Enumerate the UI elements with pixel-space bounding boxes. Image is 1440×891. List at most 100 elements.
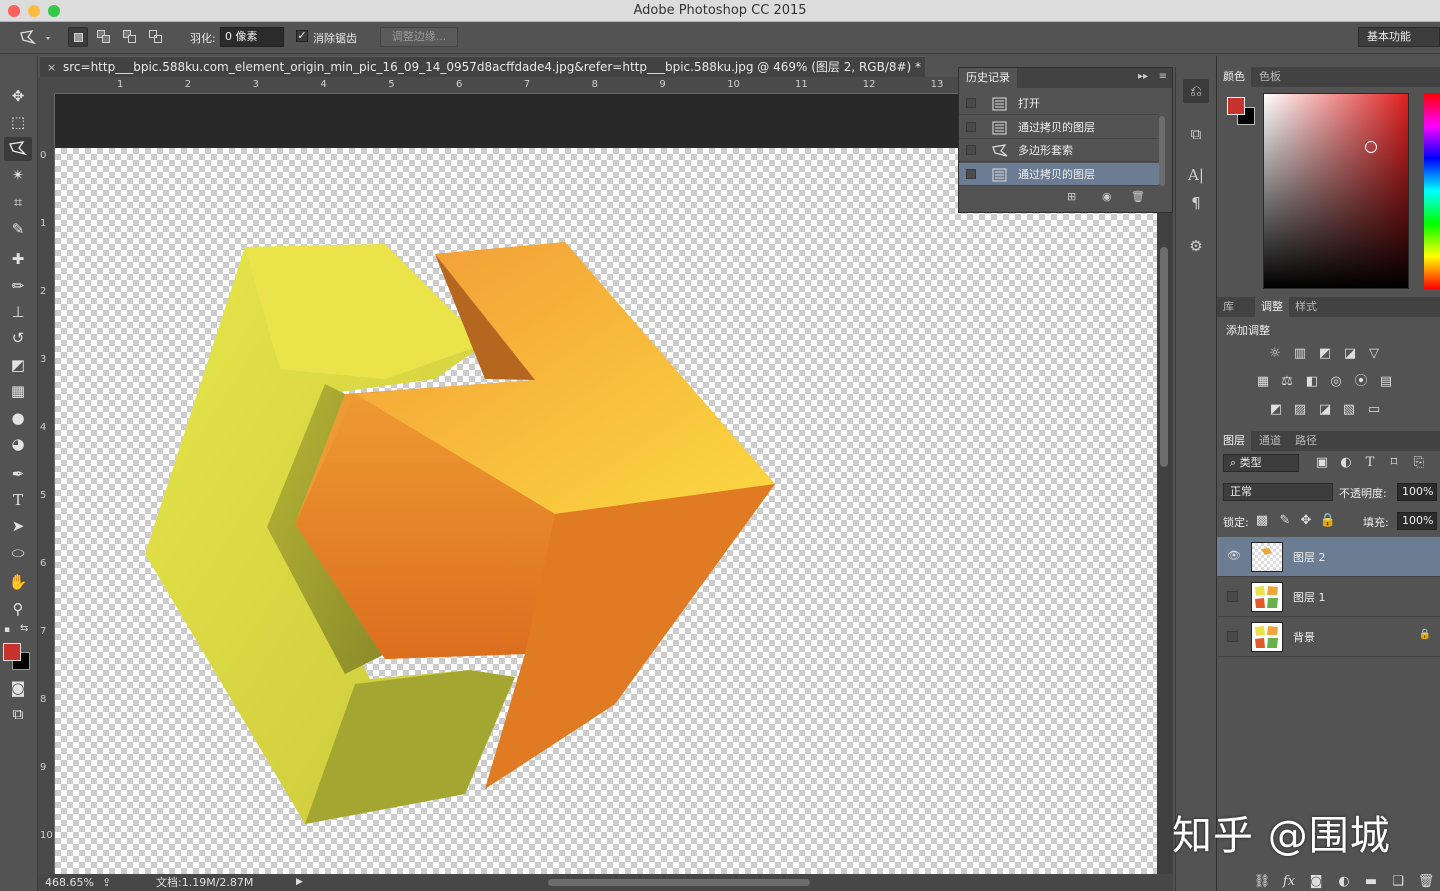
lasso-tool-icon[interactable] — [4, 137, 32, 161]
clone-source-icon[interactable]: ⧉ — [1183, 122, 1209, 146]
filter-pixel-icon[interactable]: ▣ — [1313, 455, 1331, 471]
layer-row[interactable]: 背景 🔒 — [1217, 617, 1440, 657]
blend-mode-select[interactable]: 正常 — [1223, 483, 1333, 501]
threshold-icon[interactable]: ◪ — [1316, 402, 1334, 418]
new-selection-button[interactable] — [68, 27, 88, 47]
invert-icon[interactable]: ◩ — [1267, 402, 1285, 418]
adjustment-icon[interactable]: ◐ — [1335, 874, 1353, 890]
properties-panel-icon[interactable]: ⚙ — [1183, 234, 1209, 258]
delete-layer-icon[interactable]: 🗑 — [1417, 874, 1435, 890]
tab-styles[interactable]: 样式 — [1289, 297, 1323, 317]
layer-filter-kind[interactable]: ⌕ 类型 — [1223, 454, 1299, 472]
eyedropper-tool-icon[interactable]: ✎ — [4, 217, 32, 241]
subtract-from-selection-button[interactable] — [120, 27, 140, 47]
posterize-icon[interactable]: ▨ — [1291, 402, 1309, 418]
refine-edge-button[interactable]: 调整边缘... — [380, 27, 458, 47]
tab-libraries[interactable]: 库 — [1217, 297, 1240, 317]
tab-swatches[interactable]: 色板 — [1253, 67, 1287, 87]
layer-lock-icon[interactable]: 🔒 — [1419, 629, 1431, 640]
lock-image-icon[interactable]: ✎ — [1276, 513, 1294, 529]
history-panel-icon[interactable]: ⎌ — [1183, 79, 1209, 103]
crop-tool-icon[interactable]: ⌗ — [4, 190, 32, 214]
document-tab[interactable]: × src=http___bpic.588ku.com_element_orig… — [40, 56, 925, 77]
history-state-item[interactable]: 打开 — [959, 92, 1159, 115]
hue-saturation-icon[interactable]: ▦ — [1254, 374, 1272, 390]
snapshot-camera-icon[interactable]: ◉ — [1102, 190, 1112, 203]
zoom-level[interactable]: 468.65% — [45, 874, 94, 891]
clone-stamp-tool-icon[interactable]: ⊥ — [4, 300, 32, 324]
layer-row[interactable]: 👁 图层 2 — [1217, 537, 1440, 577]
eraser-tool-icon[interactable]: ◩ — [4, 353, 32, 377]
color-balance-icon[interactable]: ⚖ — [1278, 374, 1296, 390]
magic-wand-tool-icon[interactable]: ✴ — [4, 163, 32, 187]
move-tool-icon[interactable]: ✥ — [4, 84, 32, 108]
tab-channels[interactable]: 通道 — [1253, 431, 1287, 451]
ruler-origin[interactable] — [38, 77, 55, 94]
ellipse-tool-icon[interactable]: ⬭ — [4, 541, 32, 565]
intersect-selection-button[interactable] — [146, 27, 166, 47]
gradient-tool-icon[interactable]: ▦ — [4, 379, 32, 403]
color-lookup-icon[interactable]: ▤ — [1377, 374, 1395, 390]
status-menu-arrow[interactable]: ▶ — [296, 874, 303, 891]
filter-shape-icon[interactable]: ⌑ — [1385, 455, 1403, 471]
visibility-eye-icon[interactable]: 👁 — [1227, 550, 1241, 562]
new-layer-icon[interactable]: ❏ — [1389, 874, 1407, 890]
zoom-tool-icon[interactable]: ⚲ — [4, 597, 32, 621]
blur-tool-icon[interactable]: ● — [4, 406, 32, 430]
tab-color[interactable]: 颜色 — [1217, 67, 1251, 87]
foreground-color-swatch[interactable] — [3, 643, 21, 661]
exposure-icon[interactable]: ◪ — [1341, 346, 1359, 362]
mask-icon[interactable]: ◙ — [1307, 874, 1325, 890]
visibility-toggle[interactable] — [1227, 591, 1238, 602]
color-picker-cursor[interactable] — [1365, 141, 1377, 153]
curves-icon[interactable]: ◩ — [1316, 346, 1334, 362]
minimize-window-button[interactable] — [28, 5, 40, 17]
brightness-icon[interactable]: ☼ — [1266, 346, 1284, 362]
marquee-tool-icon[interactable]: ⬚ — [4, 110, 32, 134]
link-icon[interactable]: ⛓ — [1253, 874, 1271, 890]
vertical-scroll-thumb[interactable] — [1160, 247, 1168, 467]
pen-tool-icon[interactable]: ✒ — [4, 462, 32, 486]
screen-mode-icon[interactable]: ⧉ — [4, 702, 32, 726]
new-document-from-state-icon[interactable]: ⊞ — [1067, 190, 1076, 203]
dodge-tool-icon[interactable]: ◕ — [4, 432, 32, 456]
filter-type-icon[interactable]: T — [1361, 455, 1379, 471]
tool-preset-picker[interactable] — [18, 28, 52, 48]
tab-paths[interactable]: 路径 — [1289, 431, 1323, 451]
history-snapshot-checkbox[interactable] — [966, 98, 976, 108]
swap-colors-icon[interactable]: ⇆ — [20, 623, 28, 634]
antialias-checkbox[interactable]: ✓ — [296, 30, 308, 42]
paragraph-panel-icon[interactable]: ¶ — [1183, 191, 1209, 215]
trash-icon[interactable]: 🗑 — [1131, 190, 1145, 203]
default-colors-icon[interactable]: ▪ — [4, 625, 10, 635]
color-panel-foreground-swatch[interactable] — [1227, 97, 1245, 115]
collapse-panel-icon[interactable]: ▸▸ — [1138, 71, 1148, 82]
photo-filter-icon[interactable]: ◎ — [1327, 374, 1345, 390]
layer-row[interactable]: 图层 1 — [1217, 577, 1440, 617]
filter-smart-object-icon[interactable]: ⎘ — [1410, 455, 1428, 471]
opacity-input[interactable]: 100% — [1397, 483, 1437, 501]
path-selection-tool-icon[interactable]: ➤ — [4, 514, 32, 538]
tab-layers[interactable]: 图层 — [1217, 431, 1251, 451]
history-snapshot-checkbox[interactable] — [966, 168, 976, 179]
history-state-item[interactable]: 通过拷贝的图层 — [959, 116, 1159, 139]
channel-mixer-icon[interactable]: ⦿ — [1352, 374, 1370, 390]
share-icon[interactable]: ⇪ — [102, 874, 111, 891]
close-document-icon[interactable]: × — [47, 57, 56, 77]
lock-position-icon[interactable]: ✥ — [1297, 513, 1315, 529]
folder-icon[interactable]: ▬ — [1362, 874, 1380, 890]
gradient-map-icon[interactable]: ▭ — [1365, 402, 1383, 418]
color-picker-field[interactable] — [1263, 93, 1409, 289]
vibrance-icon[interactable]: ▽ — [1365, 346, 1383, 362]
close-window-button[interactable] — [8, 5, 20, 17]
tab-adjustments[interactable]: 调整 — [1255, 297, 1289, 317]
history-state-item[interactable]: 通过拷贝的图层 — [959, 162, 1159, 186]
black-white-icon[interactable]: ◧ — [1303, 374, 1321, 390]
fx-icon[interactable]: fx — [1280, 874, 1298, 890]
zoom-window-button[interactable] — [48, 5, 60, 17]
history-state-item[interactable]: 多边形套索 — [959, 139, 1159, 162]
lock-transparent-icon[interactable]: ▩ — [1253, 513, 1271, 529]
healing-brush-tool-icon[interactable]: ✚ — [4, 247, 32, 271]
lock-all-icon[interactable]: 🔒 — [1319, 513, 1337, 529]
visibility-toggle[interactable] — [1227, 631, 1238, 642]
